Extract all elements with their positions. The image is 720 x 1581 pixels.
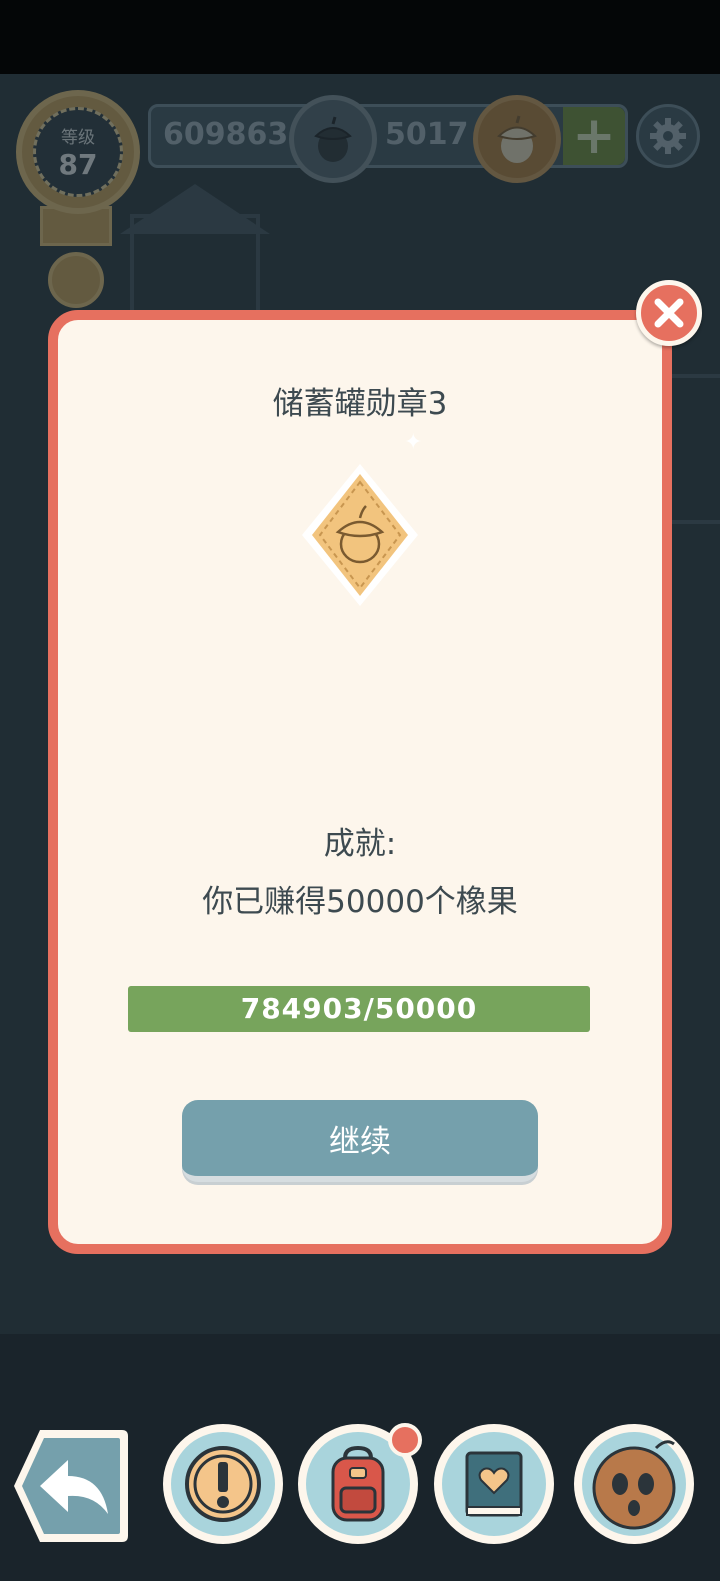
- heart-book-icon: [465, 1451, 523, 1517]
- backpack-icon: [331, 1445, 385, 1522]
- acorn-badge-icon: [296, 460, 424, 610]
- continue-button[interactable]: 继续: [182, 1100, 538, 1182]
- achievement-description: 你已赚得50000个橡果: [202, 884, 518, 920]
- profile-button-inner: [582, 1432, 686, 1536]
- alerts-button[interactable]: [163, 1424, 283, 1544]
- alerts-button-inner: [171, 1432, 275, 1536]
- close-icon: [654, 298, 684, 328]
- back-arrow-icon: [14, 1430, 128, 1542]
- achievement-dialog: 储蓄罐勋章3 成就: 你已赚得50000个橡果 784903/50000 继续: [48, 310, 672, 1254]
- achievement-label: 成就:: [323, 826, 397, 862]
- profile-button[interactable]: [574, 1424, 694, 1544]
- dialog-title: 储蓄罐勋章3: [272, 386, 448, 422]
- journal-button-inner: [442, 1432, 546, 1536]
- bottom-toolbar: [0, 1420, 720, 1550]
- sparkle-icon: ✦: [404, 430, 423, 455]
- back-button[interactable]: [10, 1426, 132, 1546]
- close-button[interactable]: [636, 280, 702, 346]
- notification-dot: [388, 1423, 422, 1457]
- journal-button[interactable]: [434, 1424, 554, 1544]
- exclamation-icon: [185, 1446, 261, 1522]
- progress-text: 784903/50000: [240, 992, 478, 1025]
- acorn-character-icon: [592, 1440, 676, 1530]
- achievement-progress-bar: 784903/50000: [128, 986, 590, 1032]
